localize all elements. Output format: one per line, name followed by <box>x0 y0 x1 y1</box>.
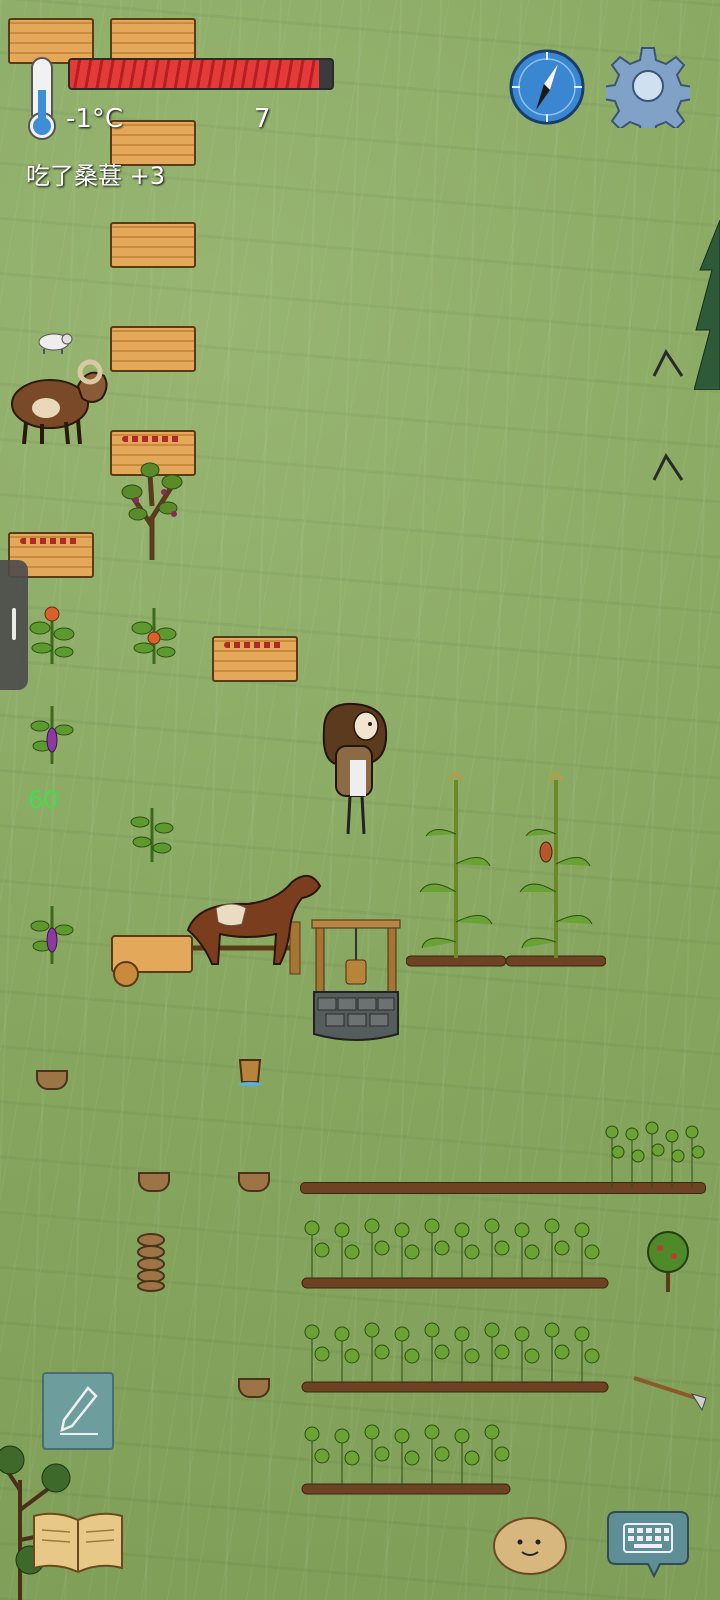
book-icon[interactable] <box>30 1510 126 1574</box>
bird[interactable] <box>652 452 684 482</box>
water-bucket[interactable] <box>236 1054 264 1086</box>
basket[interactable] <box>238 1378 270 1398</box>
keyboard-icon[interactable] <box>606 1508 690 1578</box>
counter-value: 7 <box>254 104 271 134</box>
gear-icon[interactable] <box>606 44 690 128</box>
thermometer-icon <box>28 57 56 140</box>
basket[interactable] <box>36 1070 68 1090</box>
mulberry-bush[interactable] <box>114 456 190 560</box>
wooden-crate[interactable] <box>110 326 196 372</box>
seedling-plant[interactable] <box>130 800 174 862</box>
bean-plants[interactable] <box>602 1112 706 1188</box>
hoe-tool[interactable] <box>632 1374 712 1414</box>
mouflon-ram[interactable] <box>6 350 114 446</box>
temperature-readout: -1°C <box>66 104 124 134</box>
small-tree[interactable] <box>644 1230 692 1292</box>
potato-face-icon[interactable] <box>490 1512 570 1576</box>
health-bar-fill <box>70 60 319 88</box>
flowering-plant[interactable] <box>28 598 76 664</box>
basket-stack[interactable] <box>136 1232 166 1292</box>
side-drawer-handle[interactable] <box>0 560 28 690</box>
pine-tree[interactable] <box>694 220 720 390</box>
status-message: 吃了桑葚 +3 <box>26 162 166 190</box>
wooden-crate[interactable] <box>110 222 196 268</box>
horse-cart[interactable] <box>108 860 328 990</box>
corn-plant[interactable] <box>406 772 506 968</box>
corn-plant[interactable] <box>506 772 606 968</box>
flowering-plant[interactable] <box>130 598 178 664</box>
bean-row[interactable] <box>298 1418 518 1498</box>
basket[interactable] <box>138 1172 170 1192</box>
player-character[interactable] <box>314 700 390 836</box>
pencil-button[interactable] <box>42 1372 114 1450</box>
basket[interactable] <box>238 1172 270 1192</box>
purple-plant[interactable] <box>30 700 74 764</box>
health-bar <box>68 58 334 90</box>
berry-crate[interactable] <box>212 636 298 682</box>
pencil-icon <box>60 1386 98 1435</box>
bean-row[interactable] <box>298 1212 618 1292</box>
bird[interactable] <box>652 348 684 378</box>
bean-row[interactable] <box>298 1316 618 1396</box>
stone-well[interactable] <box>308 918 404 1044</box>
fps-counter: 60 <box>28 786 59 814</box>
purple-plant[interactable] <box>30 900 74 964</box>
compass-icon[interactable] <box>508 48 586 126</box>
